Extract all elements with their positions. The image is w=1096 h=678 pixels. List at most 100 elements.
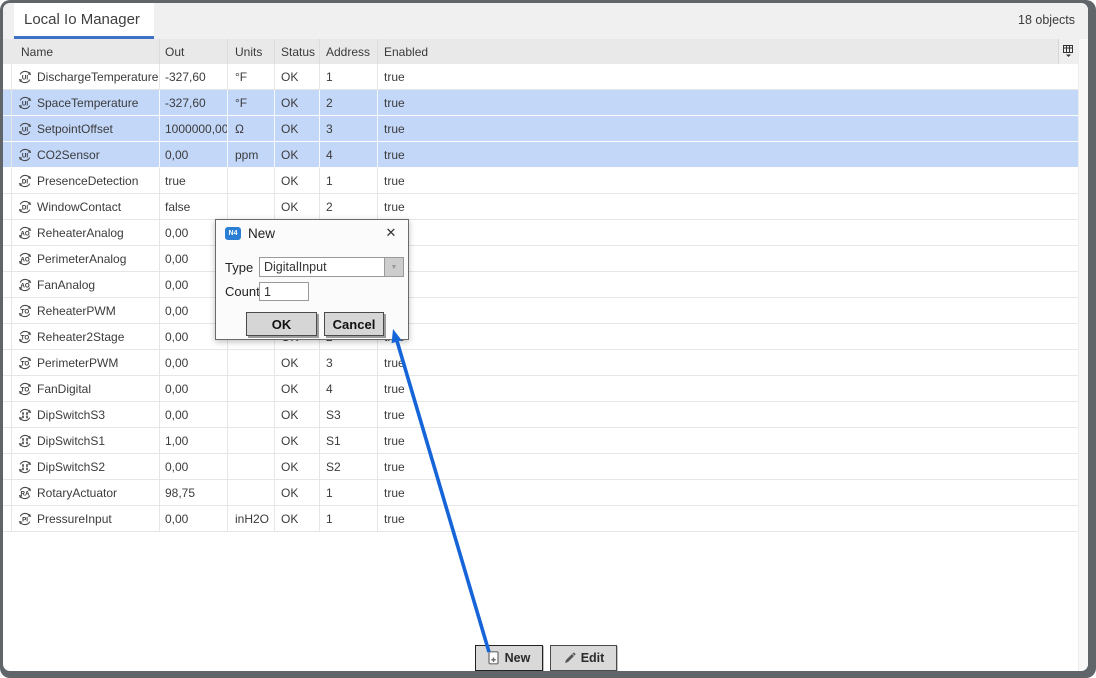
point-ao-icon: AO — [17, 277, 33, 293]
table-row[interactable]: UISpaceTemperature-327,60°FOK2true — [3, 90, 1078, 116]
table-row[interactable]: AOReheaterAnalog0,00 — [3, 220, 1078, 246]
table-row[interactable]: TOPerimeterPWM0,00OK3true — [3, 350, 1078, 376]
niagara-app-icon: N4 — [225, 227, 241, 240]
table-row[interactable]: AOPerimeterAnalog0,00 — [3, 246, 1078, 272]
point-name: PressureInput — [37, 512, 112, 526]
cancel-button[interactable]: Cancel — [324, 312, 384, 336]
column-header-name[interactable]: Name — [3, 39, 160, 64]
svg-text:UI: UI — [22, 126, 28, 133]
cell-units: ppm — [228, 142, 275, 167]
cell-out: true — [160, 168, 228, 193]
svg-text:TO: TO — [21, 386, 30, 393]
cell-en: true — [378, 116, 1078, 141]
table-row[interactable]: TOReheaterPWM0,00 — [3, 298, 1078, 324]
cell-en: true — [378, 428, 1078, 453]
page-title: Local Io Manager — [24, 11, 140, 28]
column-header-out[interactable]: Out — [160, 39, 228, 64]
ok-button[interactable]: OK — [246, 312, 317, 336]
cell-name: AOPerimeterAnalog — [11, 246, 160, 271]
cell-units: inH2O — [228, 506, 275, 531]
svg-text:TO: TO — [21, 308, 30, 315]
cell-status: OK — [275, 168, 320, 193]
point-name: DipSwitchS2 — [37, 460, 105, 474]
count-input[interactable] — [259, 282, 309, 301]
column-header-status[interactable]: Status — [275, 39, 320, 64]
cell-addr: S1 — [320, 428, 378, 453]
edit-button[interactable]: Edit — [550, 645, 617, 671]
dialog-title: New — [248, 226, 275, 241]
table-row[interactable]: AOFanAnalog0,00 — [3, 272, 1078, 298]
cell-addr: 4 — [320, 142, 378, 167]
point-name: FanDigital — [37, 382, 91, 396]
point-ds-icon — [17, 459, 33, 475]
cell-name: TOPerimeterPWM — [11, 350, 160, 375]
cell-status: OK — [275, 142, 320, 167]
svg-text:DI: DI — [22, 204, 28, 211]
dialog-titlebar[interactable]: N4 New — [216, 220, 408, 246]
cell-out: 0,00 — [160, 350, 228, 375]
cell-out: false — [160, 194, 228, 219]
cell-units — [228, 454, 275, 479]
cell-addr: 1 — [320, 480, 378, 505]
column-config-button[interactable] — [1058, 39, 1078, 64]
svg-text:AO: AO — [20, 282, 29, 289]
point-name: SetpointOffset — [37, 122, 113, 136]
cell-units — [228, 480, 275, 505]
point-name: CO2Sensor — [37, 148, 100, 162]
column-header-address[interactable]: Address — [320, 39, 378, 64]
table-row[interactable]: PIPressureInput0,00inH2OOK1true — [3, 506, 1078, 532]
cell-units: °F — [228, 64, 275, 89]
tab-strip: Local Io Manager 18 objects — [3, 3, 1088, 39]
table-row[interactable]: RARotaryActuator98,75OK1true — [3, 480, 1078, 506]
svg-text:TO: TO — [21, 360, 30, 367]
table-row[interactable]: DIPresenceDetectiontrueOK1true — [3, 168, 1078, 194]
column-header-enabled[interactable]: Enabled — [378, 39, 1078, 64]
dialog-close-icon[interactable]: ✕ — [383, 225, 399, 241]
cell-units — [228, 168, 275, 193]
cell-en: true — [378, 324, 1078, 349]
point-ui-icon: UI — [17, 147, 33, 163]
cell-out: 1000000,00 — [160, 116, 228, 141]
cell-out: 1,00 — [160, 428, 228, 453]
cell-status: OK — [275, 116, 320, 141]
cell-units: Ω — [228, 116, 275, 141]
object-count: 18 objects — [1018, 3, 1075, 36]
cell-en: true — [378, 376, 1078, 401]
cell-addr: 1 — [320, 64, 378, 89]
point-to-icon: TO — [17, 303, 33, 319]
cell-status: OK — [275, 376, 320, 401]
table-row[interactable]: UIDischargeTemperature-327,60°FOK1true — [3, 64, 1078, 90]
cell-en: true — [378, 64, 1078, 89]
vertical-scrollbar[interactable] — [1078, 39, 1088, 671]
tab-local-io-manager[interactable]: Local Io Manager — [14, 3, 154, 39]
point-name: DipSwitchS3 — [37, 408, 105, 422]
chevron-down-icon[interactable]: ▼ — [384, 258, 403, 276]
cell-name: UIDischargeTemperature — [11, 64, 160, 89]
type-dropdown[interactable]: DigitalInput ▼ — [259, 257, 404, 277]
point-ds-icon — [17, 433, 33, 449]
table-row[interactable]: UISetpointOffset1000000,00ΩOK3true — [3, 116, 1078, 142]
cell-out: 0,00 — [160, 506, 228, 531]
point-to-icon: TO — [17, 381, 33, 397]
table-row[interactable]: TOReheater2Stage0,00OK2true — [3, 324, 1078, 350]
local-io-manager-view: Local Io Manager 18 objects Name Out Uni… — [3, 3, 1088, 671]
point-to-icon: TO — [17, 329, 33, 345]
table-row[interactable]: DIWindowContactfalseOK2true — [3, 194, 1078, 220]
table-row[interactable]: TOFanDigital0,00OK4true — [3, 376, 1078, 402]
cell-addr: 3 — [320, 350, 378, 375]
cell-status: OK — [275, 480, 320, 505]
cell-name: PIPressureInput — [11, 506, 160, 531]
cell-status: OK — [275, 506, 320, 531]
point-ui-icon: UI — [17, 69, 33, 85]
table-row[interactable]: UICO2Sensor0,00ppmOK4true — [3, 142, 1078, 168]
cell-status: OK — [275, 64, 320, 89]
cell-units — [228, 350, 275, 375]
new-button[interactable]: New — [475, 645, 543, 671]
cell-units — [228, 194, 275, 219]
svg-text:UI: UI — [22, 100, 28, 107]
table-row[interactable]: DipSwitchS20,00OKS2true — [3, 454, 1078, 480]
cell-en: true — [378, 194, 1078, 219]
table-row[interactable]: DipSwitchS11,00OKS1true — [3, 428, 1078, 454]
table-row[interactable]: DipSwitchS30,00OKS3true — [3, 402, 1078, 428]
column-header-units[interactable]: Units — [228, 39, 275, 64]
